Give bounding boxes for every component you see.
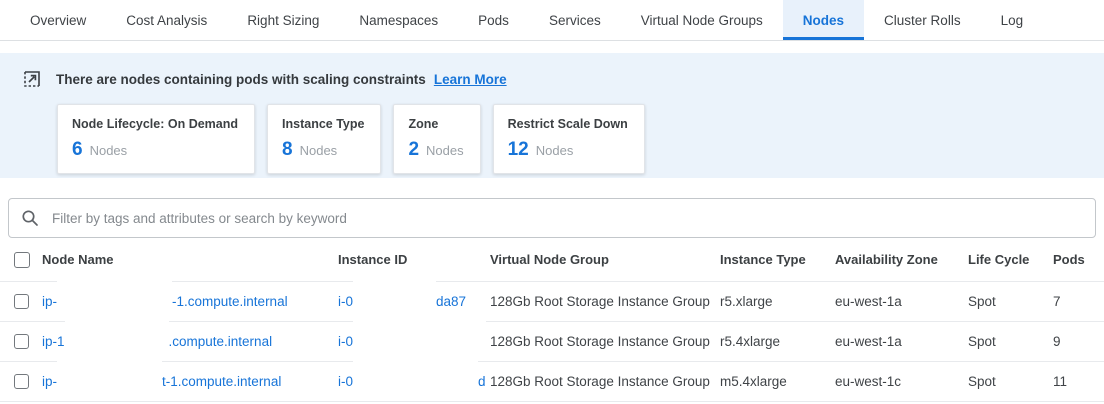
tab-overview[interactable]: Overview: [10, 0, 106, 40]
redaction-box: [57, 281, 172, 321]
col-life-cycle: Life Cycle: [968, 252, 1053, 267]
node-name-cell: ip- -1.compute.internal: [42, 281, 338, 321]
tab-bar: Overview Cost Analysis Right Sizing Name…: [0, 0, 1104, 41]
row-checkbox[interactable]: [14, 374, 29, 389]
instance-id-cell: i-0: [338, 321, 490, 361]
card-count: 12: [508, 139, 529, 161]
col-instance-type: Instance Type: [720, 252, 835, 267]
table-bottom-divider: [0, 401, 1104, 402]
banner-message: There are nodes containing pods with sca…: [56, 72, 426, 87]
scaling-constraints-banner: There are nodes containing pods with sca…: [0, 53, 1104, 178]
card-title: Zone: [408, 117, 463, 131]
card-title: Restrict Scale Down: [508, 117, 628, 131]
instance-type-cell: r5.4xlarge: [720, 334, 835, 349]
card-count: 8: [282, 139, 293, 161]
card-count: 2: [408, 139, 419, 161]
instance-type-cell: r5.xlarge: [720, 294, 835, 309]
card-unit: Nodes: [426, 143, 464, 158]
instance-id-text: da87: [436, 294, 466, 309]
life-cycle-cell: Spot: [968, 374, 1053, 389]
instance-id-text: i-0: [338, 374, 353, 389]
card-node-lifecycle[interactable]: Node Lifecycle: On Demand 6 Nodes: [57, 104, 255, 174]
card-count: 6: [72, 139, 83, 161]
card-unit: Nodes: [536, 143, 574, 158]
tab-log[interactable]: Log: [981, 0, 1044, 40]
table-row: ip-1 .compute.internal i-0 128Gb Root Sto…: [0, 321, 1104, 361]
redaction-box: [353, 361, 478, 401]
node-name-cell: ip-1 .compute.internal: [42, 321, 338, 361]
card-zone[interactable]: Zone 2 Nodes: [393, 104, 480, 174]
redaction-box: [57, 361, 162, 401]
node-name-link[interactable]: -1.compute.internal: [172, 294, 288, 309]
node-name-cell: ip-t-1.compute.internal: [42, 361, 338, 401]
tab-cost-analysis[interactable]: Cost Analysis: [106, 0, 227, 40]
virtual-node-group-cell: 128Gb Root Storage Instance Group: [490, 294, 720, 309]
card-instance-type[interactable]: Instance Type 8 Nodes: [267, 104, 381, 174]
availability-zone-cell: eu-west-1c: [835, 374, 968, 389]
card-unit: Nodes: [90, 143, 128, 158]
redaction-box: [65, 321, 169, 361]
node-name-link[interactable]: ip-: [42, 294, 57, 309]
card-title: Node Lifecycle: On Demand: [72, 117, 238, 131]
col-availability-zone: Availability Zone: [835, 252, 968, 267]
nodes-table: Node Name Instance ID Virtual Node Group…: [0, 238, 1104, 402]
instance-id-text: i-0: [338, 334, 353, 349]
table-header-row: Node Name Instance ID Virtual Node Group…: [0, 238, 1104, 281]
search-input[interactable]: [50, 210, 1083, 227]
pods-cell: 9: [1053, 334, 1104, 349]
col-pods: Pods: [1053, 252, 1104, 267]
virtual-node-group-cell: 128Gb Root Storage Instance Group: [490, 334, 720, 349]
row-checkbox[interactable]: [14, 334, 29, 349]
availability-zone-cell: eu-west-1a: [835, 334, 968, 349]
instance-id-text: d: [478, 374, 486, 389]
pods-cell: 11: [1053, 374, 1104, 389]
tab-cluster-rolls[interactable]: Cluster Rolls: [864, 0, 981, 40]
node-name-link[interactable]: ip-: [42, 374, 57, 389]
card-title: Instance Type: [282, 117, 364, 131]
instance-id-text: i-0: [338, 294, 353, 309]
redaction-box: [353, 281, 436, 321]
tab-services[interactable]: Services: [529, 0, 621, 40]
node-name-link[interactable]: t-1.compute.internal: [162, 374, 281, 389]
col-node-name: Node Name: [42, 252, 338, 267]
tab-pods[interactable]: Pods: [458, 0, 529, 40]
card-restrict-scale-down[interactable]: Restrict Scale Down 12 Nodes: [493, 104, 645, 174]
tab-nodes[interactable]: Nodes: [783, 0, 864, 40]
tab-right-sizing[interactable]: Right Sizing: [227, 0, 339, 40]
pods-cell: 7: [1053, 294, 1104, 309]
col-virtual-node-group: Virtual Node Group: [490, 252, 720, 267]
node-name-link[interactable]: ip-1: [42, 334, 65, 349]
constraint-cards: Node Lifecycle: On Demand 6 Nodes Instan…: [57, 104, 1104, 174]
col-instance-id: Instance ID: [338, 252, 490, 267]
redaction-box: [353, 321, 486, 361]
learn-more-link[interactable]: Learn More: [434, 72, 507, 87]
tab-virtual-node-groups[interactable]: Virtual Node Groups: [621, 0, 783, 40]
virtual-node-group-cell: 128Gb Root Storage Instance Group: [490, 374, 720, 389]
node-name-link[interactable]: .compute.internal: [169, 334, 273, 349]
search-icon: [21, 209, 39, 227]
instance-id-cell: i-0 d: [338, 361, 490, 401]
table-row: ip- -1.compute.internal i-0 da87 128Gb Roo…: [0, 281, 1104, 321]
select-all-checkbox[interactable]: [14, 252, 30, 268]
availability-zone-cell: eu-west-1a: [835, 294, 968, 309]
instance-id-cell: i-0 da87: [338, 281, 490, 321]
card-unit: Nodes: [300, 143, 338, 158]
scale-up-icon: [22, 69, 42, 89]
life-cycle-cell: Spot: [968, 294, 1053, 309]
filter-search-bar: [8, 198, 1096, 238]
instance-type-cell: m5.4xlarge: [720, 374, 835, 389]
table-row: ip-t-1.compute.internal i-0 d 128Gb Root …: [0, 361, 1104, 401]
row-checkbox[interactable]: [14, 294, 29, 309]
tab-namespaces[interactable]: Namespaces: [339, 0, 458, 40]
life-cycle-cell: Spot: [968, 334, 1053, 349]
